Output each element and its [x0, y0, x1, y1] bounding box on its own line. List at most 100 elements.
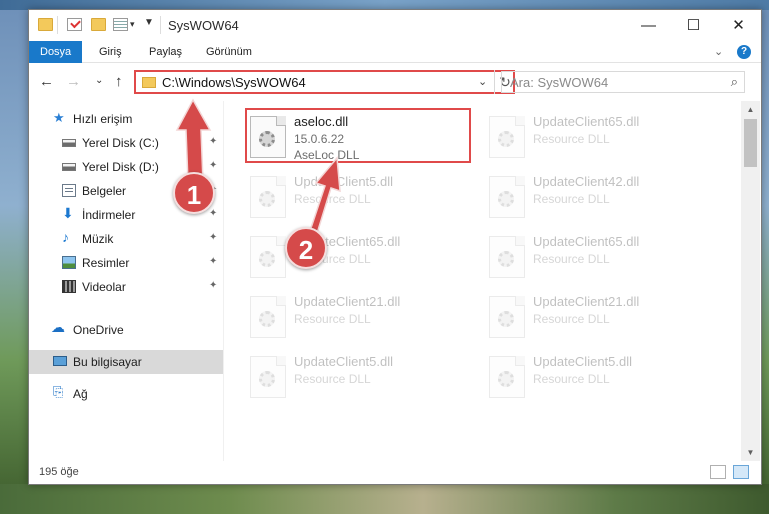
address-path[interactable]: C:\Windows\SysWOW64	[162, 75, 306, 90]
maximize-button[interactable]: ☐	[671, 10, 716, 41]
divider	[160, 16, 161, 34]
sidebar-item-label: Yerel Disk (C:)	[82, 136, 159, 150]
navigation-pane: ★ Hızlı erişim Yerel Disk (C:) ✦ Yerel D…	[29, 101, 223, 461]
pictures-icon	[62, 256, 76, 269]
status-bar: 195 öğe	[29, 461, 761, 484]
expand-ribbon-icon[interactable]: ⌄	[714, 45, 723, 58]
sidebar-item-label: Ağ	[73, 387, 88, 401]
file-item[interactable]: UpdateClient65.dll Resource DLL	[485, 112, 709, 168]
search-placeholder: Ara: SysWOW64	[510, 75, 609, 90]
sidebar-item-onedrive[interactable]: ☁ OneDrive	[29, 318, 223, 342]
download-icon: ⬇	[62, 205, 74, 221]
file-name: UpdateClient5.dll	[533, 354, 633, 369]
file-name: UpdateClient5.dll	[294, 174, 394, 189]
file-item[interactable]: UpdateClient65.dll Resource DLL	[485, 232, 709, 288]
recent-locations-button[interactable]: ⌄	[95, 75, 103, 86]
forward-button[interactable]: →	[66, 73, 81, 90]
title-bar: ▾ ▼ SysWOW64 — ☐ ✕	[29, 10, 761, 41]
file-name: UpdateClient5.dll	[294, 354, 394, 369]
file-name: UpdateClient65.dll	[533, 234, 640, 249]
pin-icon[interactable]: ✦	[209, 256, 217, 267]
file-name: UpdateClient42.dll	[533, 174, 640, 189]
file-item[interactable]: UpdateClient5.dll Resource DLL	[485, 352, 709, 408]
file-item[interactable]: UpdateClient65.dll Resource DLL	[246, 232, 470, 288]
new-folder-icon[interactable]	[91, 18, 106, 31]
up-button[interactable]: ↑	[115, 73, 123, 90]
file-description: Resource DLL	[533, 312, 610, 326]
search-icon[interactable]: ⌕	[731, 74, 738, 90]
quick-access-toolbar-chevron-icon[interactable]: ▼	[144, 17, 154, 28]
address-dropdown-icon[interactable]: ⌄	[478, 75, 487, 88]
item-count: 195 öğe	[39, 466, 79, 478]
folder-icon	[142, 77, 156, 88]
desktop-wallpaper-bottom	[0, 484, 769, 514]
sidebar-item-label: İndirmeler	[82, 208, 136, 222]
tab-file[interactable]: Dosya	[29, 41, 83, 63]
file-description: Resource DLL	[533, 372, 610, 386]
file-item[interactable]: UpdateClient21.dll Resource DLL	[246, 292, 470, 348]
sidebar-item-this-pc[interactable]: Bu bilgisayar	[29, 350, 223, 374]
scroll-down-icon[interactable]: ▼	[741, 444, 760, 461]
file-description: Resource DLL	[533, 252, 610, 266]
back-button[interactable]: ←	[39, 73, 54, 90]
address-bar[interactable]: C:\Windows\SysWOW64 ⌄ ↻	[134, 70, 515, 94]
window-title: SysWOW64	[168, 18, 239, 33]
sidebar-item-music[interactable]: ♪ Müzik ✦	[29, 227, 223, 251]
ribbon-tabs: Dosya Giriş Paylaş Görünüm ⌄ ?	[29, 41, 761, 63]
pin-icon[interactable]: ✦	[209, 208, 217, 219]
sidebar-item-label: Belgeler	[82, 184, 127, 198]
file-description: Resource DLL	[294, 312, 371, 326]
file-name: UpdateClient21.dll	[533, 294, 640, 309]
sidebar-item-label: Müzik	[82, 232, 114, 246]
dll-file-icon	[489, 176, 525, 218]
pin-icon[interactable]: ✦	[209, 160, 217, 171]
vertical-scrollbar[interactable]: ▲ ▼	[741, 101, 760, 461]
network-icon: ⎘	[53, 384, 64, 399]
file-item[interactable]: UpdateClient5.dll Resource DLL	[246, 352, 470, 408]
explorer-window: ▾ ▼ SysWOW64 — ☐ ✕ Dosya Giriş Paylaş Gö…	[28, 9, 762, 485]
help-icon[interactable]: ?	[737, 45, 751, 59]
pin-icon[interactable]: ✦	[209, 136, 217, 147]
gear-icon	[498, 311, 514, 327]
file-highlight-frame	[245, 108, 471, 163]
quick-access-customize-icon[interactable]	[113, 18, 128, 31]
sidebar-item-network[interactable]: ⎘ Ağ	[29, 382, 223, 406]
minimize-button[interactable]: —	[626, 10, 671, 41]
dll-file-icon	[250, 236, 286, 278]
sidebar-item-pictures[interactable]: Resimler ✦	[29, 251, 223, 275]
quick-access-dropdown-icon[interactable]: ▾	[130, 19, 135, 30]
music-icon: ♪	[62, 229, 69, 245]
file-item[interactable]: UpdateClient42.dll Resource DLL	[485, 172, 709, 228]
scroll-up-icon[interactable]: ▲	[741, 101, 760, 118]
gear-icon	[498, 191, 514, 207]
tab-view[interactable]: Görünüm	[206, 41, 252, 63]
dll-file-icon	[250, 296, 286, 338]
computer-icon	[53, 356, 67, 366]
sidebar-item-quick-access[interactable]: ★ Hızlı erişim	[29, 107, 223, 131]
gear-icon	[498, 251, 514, 267]
dll-file-icon	[489, 356, 525, 398]
dll-file-icon	[250, 356, 286, 398]
gear-icon	[498, 131, 514, 147]
pin-icon[interactable]: ✦	[209, 280, 217, 291]
gear-icon	[259, 371, 275, 387]
tab-share[interactable]: Paylaş	[149, 41, 182, 63]
tab-home[interactable]: Giriş	[99, 41, 122, 63]
sidebar-item-local-disk-c[interactable]: Yerel Disk (C:) ✦	[29, 131, 223, 155]
search-input[interactable]: Ara: SysWOW64 ⌕	[501, 71, 745, 93]
scroll-thumb[interactable]	[744, 119, 757, 167]
file-name: UpdateClient21.dll	[294, 294, 401, 309]
sidebar-item-label: Yerel Disk (D:)	[82, 160, 159, 174]
pin-icon[interactable]: ✦	[209, 232, 217, 243]
pane-divider[interactable]	[223, 101, 224, 461]
cloud-icon: ☁	[51, 319, 65, 335]
gear-icon	[259, 251, 275, 267]
sidebar-item-label: Hızlı erişim	[73, 112, 133, 126]
details-view-icon[interactable]	[710, 465, 726, 479]
close-button[interactable]: ✕	[716, 10, 761, 41]
file-item[interactable]: UpdateClient21.dll Resource DLL	[485, 292, 709, 348]
sidebar-item-videos[interactable]: Videolar ✦	[29, 275, 223, 299]
properties-check-icon[interactable]	[67, 18, 82, 31]
file-item[interactable]: UpdateClient5.dll Resource DLL	[246, 172, 470, 228]
tiles-view-icon[interactable]	[733, 465, 749, 479]
